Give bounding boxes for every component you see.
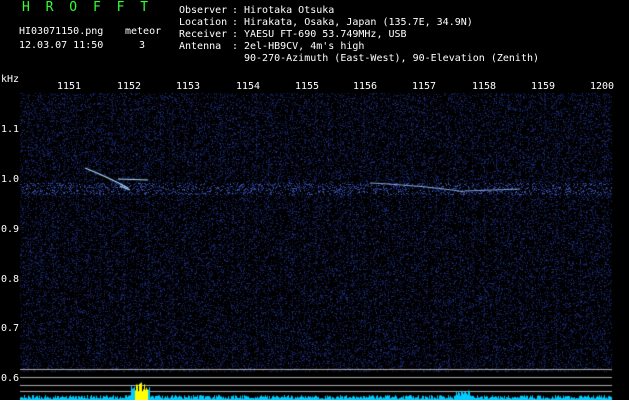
antenna-value: 2el-HB9CV, 4m's high xyxy=(244,41,365,52)
time-tick: 1155 xyxy=(295,81,320,92)
colon: : xyxy=(232,29,239,40)
observer-value: Hirotaka Otsuka xyxy=(244,5,335,16)
time-tick: 1200 xyxy=(590,81,615,92)
filename-label: HI03071150.png xyxy=(19,26,104,37)
freq-tick: 0.8 xyxy=(1,274,20,285)
colon: : xyxy=(232,17,239,28)
time-tick: 1153 xyxy=(176,81,201,92)
time-tick: 1157 xyxy=(412,81,437,92)
app-title: H R O F F T xyxy=(22,0,153,15)
receiver-value: YAESU FT-690 53.749MHz, USB xyxy=(244,29,407,40)
location-value: Hirakata, Osaka, Japan (135.7E, 34.9N) xyxy=(244,17,473,28)
colon: : xyxy=(232,41,239,52)
freq-tick: 1.0 xyxy=(1,174,20,185)
observer-label: Observer xyxy=(179,5,228,16)
freq-tick: 0.6 xyxy=(1,373,20,384)
time-tick: 1159 xyxy=(531,81,556,92)
hrofft-window: H R O F F T HI03071150.png 12.03.07 11:5… xyxy=(0,0,629,400)
freq-tick: 0.9 xyxy=(1,224,20,235)
datetime-label: 12.03.07 11:50 xyxy=(19,40,104,51)
time-tick: 1151 xyxy=(57,81,82,92)
time-tick: 1154 xyxy=(236,81,261,92)
location-label: Location xyxy=(179,17,228,28)
colon: : xyxy=(232,5,239,16)
freq-tick: 0.7 xyxy=(1,323,20,334)
y-axis-unit: kHz xyxy=(1,74,20,85)
freq-tick: 1.1 xyxy=(1,124,20,135)
meteor-label: meteor xyxy=(125,26,162,37)
antenna-direction-value: 90-270-Azimuth (East-West), 90-Elevation… xyxy=(244,53,540,64)
antenna-label: Antenna xyxy=(179,41,222,52)
time-tick: 1152 xyxy=(117,81,142,92)
meteor-count: 3 xyxy=(139,40,146,51)
time-tick: 1158 xyxy=(472,81,497,92)
time-tick: 1156 xyxy=(353,81,378,92)
receiver-label: Receiver xyxy=(179,29,228,40)
